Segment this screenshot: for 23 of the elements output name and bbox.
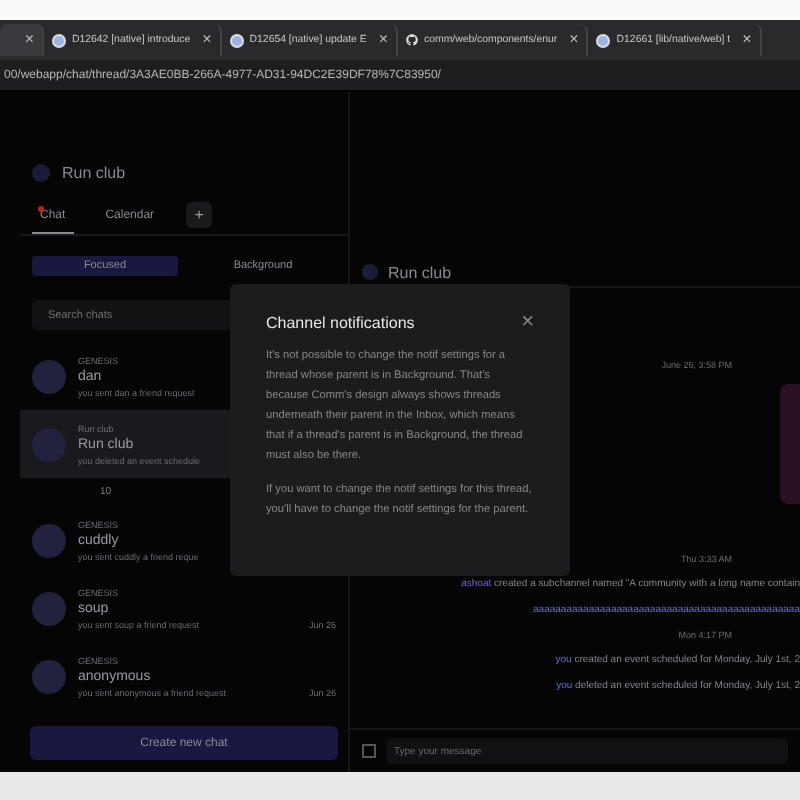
photo-placeholder [780,384,800,504]
github-icon [406,34,419,46]
close-icon[interactable]: × [24,32,34,48]
close-icon[interactable]: × [202,32,212,48]
site-icon [596,33,611,47]
close-icon[interactable]: × [742,32,752,48]
close-button[interactable]: × [521,312,534,334]
chat-avatar [32,427,66,461]
browser-tab[interactable]: × [0,24,44,56]
chat-avatar [32,659,66,693]
site-icon [52,33,66,47]
close-icon[interactable]: × [569,32,579,48]
community-avatar [32,163,50,181]
chat-avatar [32,359,66,393]
chat-avatar [32,591,66,625]
chat-avatar [32,523,66,557]
add-button[interactable]: + [186,202,213,228]
image-icon[interactable] [362,744,376,758]
close-icon[interactable]: × [378,32,389,48]
thread-avatar [362,264,378,280]
community-title: Run club [62,163,126,181]
thread-title: Run club [388,263,452,281]
site-icon [229,33,244,47]
